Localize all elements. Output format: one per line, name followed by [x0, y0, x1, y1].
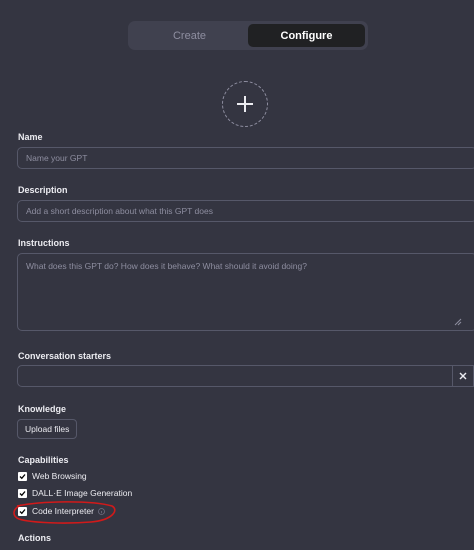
tab-configure[interactable]: Configure: [248, 24, 365, 47]
red-annotation-circle: [13, 501, 116, 524]
resize-handle-icon[interactable]: [454, 318, 462, 326]
actions-label: Actions: [18, 533, 52, 543]
dalle-checkbox[interactable]: [18, 488, 27, 498]
dalle-label: DALL·E Image Generation: [32, 488, 133, 498]
knowledge-label: Knowledge: [18, 404, 67, 414]
web-browsing-checkbox[interactable]: [18, 471, 27, 481]
checkmark-icon: [19, 490, 26, 496]
add-avatar-button[interactable]: [222, 81, 268, 127]
name-field[interactable]: Name your GPT: [17, 147, 474, 169]
checkmark-icon: [19, 473, 26, 479]
capability-dalle[interactable]: DALL·E Image Generation: [18, 488, 132, 498]
instructions-label: Instructions: [18, 238, 70, 248]
description-placeholder: Add a short description about what this …: [26, 206, 213, 216]
name-placeholder: Name your GPT: [26, 153, 88, 163]
close-icon: [459, 372, 466, 380]
upload-files-button[interactable]: Upload files: [17, 419, 78, 439]
description-field[interactable]: Add a short description about what this …: [17, 200, 474, 222]
capability-web-browsing[interactable]: Web Browsing: [18, 471, 87, 481]
instructions-textarea[interactable]: What does this GPT do? How does it behav…: [17, 253, 474, 331]
description-label: Description: [18, 185, 68, 195]
instructions-placeholder: What does this GPT do? How does it behav…: [26, 261, 307, 271]
conversation-starters-label: Conversation starters: [18, 351, 112, 361]
remove-starter-button[interactable]: [452, 365, 474, 387]
capabilities-label: Capabilities: [18, 455, 69, 465]
name-label: Name: [18, 132, 43, 142]
mode-tabs: Create Configure: [128, 21, 368, 50]
plus-icon: [237, 96, 253, 112]
web-browsing-label: Web Browsing: [32, 471, 87, 481]
tab-create[interactable]: Create: [131, 24, 248, 47]
conversation-starter-input[interactable]: [17, 365, 453, 387]
